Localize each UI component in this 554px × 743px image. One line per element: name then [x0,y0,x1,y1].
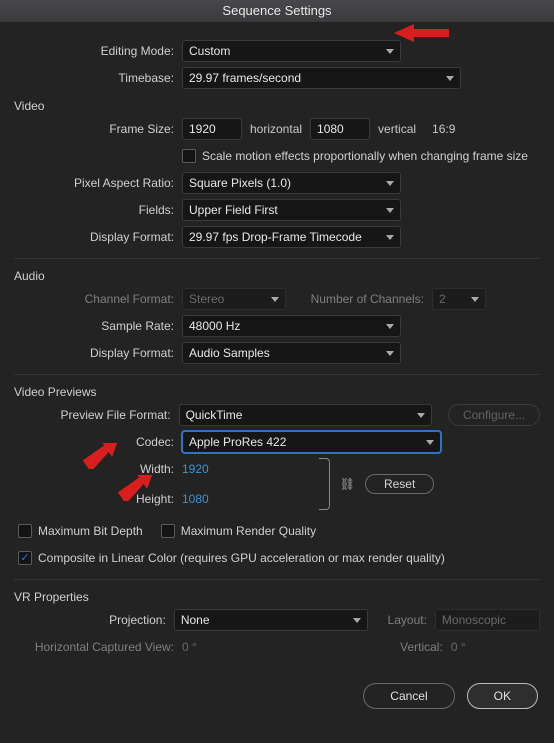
frame-size-label: Frame Size: [14,122,182,136]
vert-captured-value: 0 ° [451,640,466,654]
channel-format-select: Stereo [182,288,286,310]
editing-mode-value: Custom [189,44,230,58]
divider [14,258,540,259]
vert-captured-label: Vertical: [197,640,451,654]
timebase-label: Timebase: [14,71,182,85]
ok-button[interactable]: OK [467,683,538,709]
preview-file-format-value: QuickTime [186,408,243,422]
chevron-down-icon [426,440,434,445]
chevron-down-icon [446,76,454,81]
divider [14,579,540,580]
divider [14,374,540,375]
configure-button: Configure... [448,404,540,426]
checkbox-icon [161,524,175,538]
max-render-quality-checkbox[interactable]: Maximum Render Quality [161,524,316,538]
fields-label: Fields: [14,203,182,217]
chevron-down-icon [386,181,394,186]
chevron-down-icon [386,49,394,54]
fields-select[interactable]: Upper Field First [182,199,401,221]
num-channels-select: 2 [432,288,486,310]
composite-linear-checkbox[interactable]: Composite in Linear Color (requires GPU … [18,551,445,565]
reset-button[interactable]: Reset [365,474,434,494]
vertical-label: vertical [378,122,416,136]
chevron-down-icon [386,235,394,240]
timebase-value: 29.97 frames/second [189,71,301,85]
num-channels-value: 2 [439,292,446,306]
horiz-captured-label: Horizontal Captured View: [14,640,182,654]
preview-width-label: Width: [14,462,182,476]
previews-section-header: Video Previews [14,385,540,399]
horizontal-label: horizontal [250,122,302,136]
layout-label: Layout: [368,613,435,627]
codec-label: Codec: [14,435,182,449]
checkbox-icon [18,524,32,538]
editing-mode-label: Editing Mode: [14,44,182,58]
layout-select: Monoscopic [435,609,540,631]
chevron-down-icon [386,324,394,329]
preview-file-format-select[interactable]: QuickTime [179,404,433,426]
projection-select[interactable]: None [174,609,368,631]
horiz-captured-value: 0 ° [182,640,197,654]
channel-format-label: Channel Format: [14,292,182,306]
par-value: Square Pixels (1.0) [189,176,291,190]
chevron-down-icon [417,413,425,418]
audio-display-format-value: Audio Samples [189,346,270,360]
codec-select[interactable]: Apple ProRes 422 [182,431,441,453]
chevron-down-icon [386,208,394,213]
par-label: Pixel Aspect Ratio: [14,176,182,190]
timebase-select[interactable]: 29.97 frames/second [182,67,461,89]
video-display-format-value: 29.97 fps Drop-Frame Timecode [189,230,362,244]
video-display-format-label: Display Format: [14,230,182,244]
sample-rate-value: 48000 Hz [189,319,240,333]
editing-mode-select[interactable]: Custom [182,40,401,62]
par-select[interactable]: Square Pixels (1.0) [182,172,401,194]
audio-display-format-label: Display Format: [14,346,182,360]
chevron-down-icon [471,297,479,302]
dialog-titlebar: Sequence Settings [0,0,554,23]
audio-display-format-select[interactable]: Audio Samples [182,342,401,364]
checkbox-checked-icon [18,551,32,565]
preview-height-label: Height: [14,492,182,506]
sample-rate-select[interactable]: 48000 Hz [182,315,401,337]
video-display-format-select[interactable]: 29.97 fps Drop-Frame Timecode [182,226,401,248]
dimension-bracket-icon [319,458,330,510]
frame-width-input[interactable]: 1920 [182,118,242,140]
vr-section-header: VR Properties [14,590,540,604]
projection-label: Projection: [14,613,174,627]
dialog-title: Sequence Settings [222,3,331,18]
scale-motion-label: Scale motion effects proportionally when… [202,149,528,163]
chevron-down-icon [386,351,394,356]
audio-section-header: Audio [14,269,540,283]
layout-value: Monoscopic [442,613,506,627]
scale-motion-checkbox[interactable]: Scale motion effects proportionally when… [182,149,528,163]
chevron-down-icon [353,618,361,623]
preview-height-value[interactable]: 1080 [182,492,209,506]
chevron-down-icon [271,297,279,302]
video-section-header: Video [14,99,540,113]
projection-value: None [181,613,210,627]
preview-file-format-label: Preview File Format: [14,408,179,422]
fields-value: Upper Field First [189,203,278,217]
sample-rate-label: Sample Rate: [14,319,182,333]
codec-value: Apple ProRes 422 [189,435,286,449]
cancel-button[interactable]: Cancel [363,683,454,709]
frame-height-input[interactable]: 1080 [310,118,370,140]
checkbox-icon [182,149,196,163]
max-bit-depth-checkbox[interactable]: Maximum Bit Depth [18,524,143,538]
preview-width-value[interactable]: 1920 [182,462,209,476]
link-icon[interactable]: ⛓ [340,477,355,491]
channel-format-value: Stereo [189,292,224,306]
aspect-ratio: 16:9 [432,122,455,136]
num-channels-label: Number of Channels: [286,292,432,306]
